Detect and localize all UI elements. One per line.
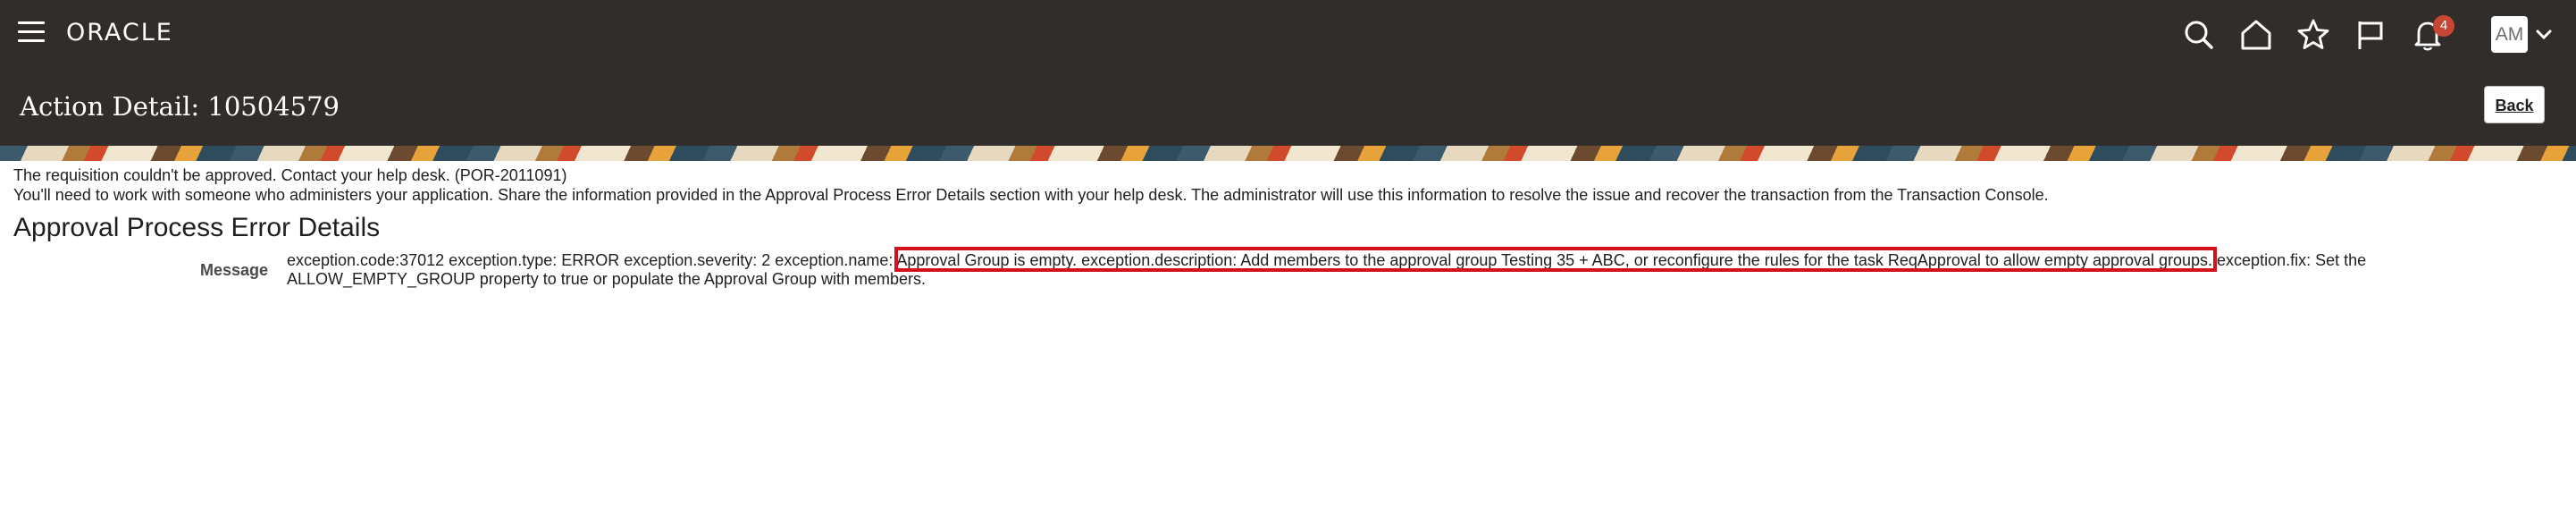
avatar[interactable]: AM [2491,16,2528,53]
back-button[interactable]: Back [2484,86,2545,123]
favorites-icon[interactable] [2296,18,2330,52]
oracle-logo: ORACLE [66,19,173,46]
page-title: Action Detail: 10504579 [20,91,340,122]
section-title: Approval Process Error Details [13,213,381,242]
message-label: Message [200,261,269,279]
notification-badge: 4 [2433,15,2454,37]
chevron-down-icon[interactable] [2534,25,2554,45]
flag-icon[interactable] [2354,18,2387,52]
highlight-box [894,247,2217,272]
menu-icon[interactable] [18,21,45,45]
home-icon[interactable] [2239,18,2273,52]
page-header [0,69,2576,146]
decorative-banner [0,146,2576,161]
instruction-message: You'll need to work with someone who adm… [13,186,2049,204]
search-icon[interactable] [2182,18,2216,52]
error-message: The requisition couldn't be approved. Co… [13,166,567,184]
